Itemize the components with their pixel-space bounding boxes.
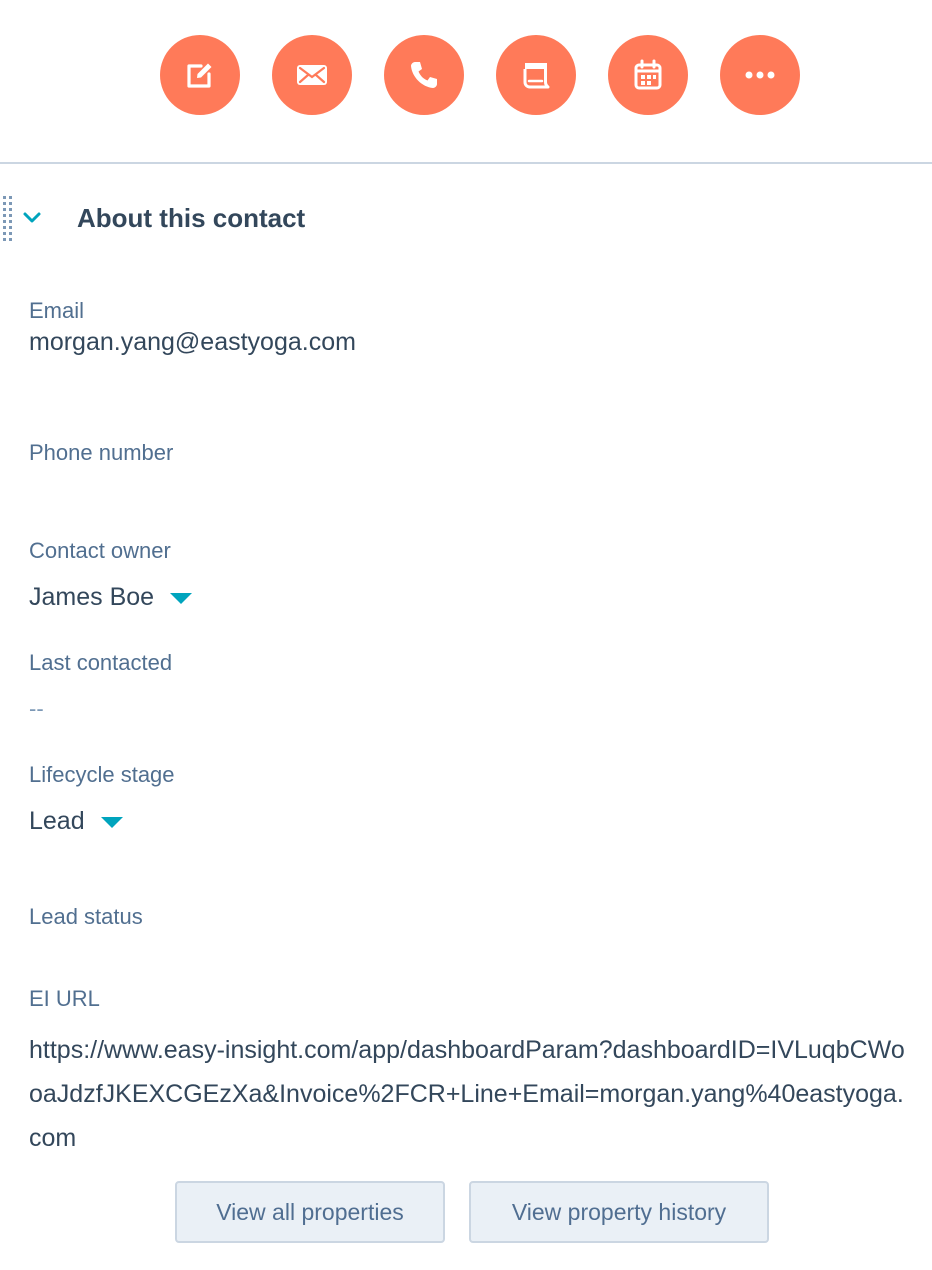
caret-down-icon xyxy=(100,817,123,828)
drag-handle-icon[interactable] xyxy=(3,196,15,242)
view-all-properties-button[interactable]: View all properties xyxy=(175,1181,445,1243)
email-button[interactable] xyxy=(272,35,352,115)
log-activity-button[interactable] xyxy=(496,35,576,115)
contact-owner-select[interactable]: James Boe xyxy=(29,583,193,612)
call-button[interactable] xyxy=(384,35,464,115)
email-value[interactable]: morgan.yang@eastyoga.com xyxy=(29,328,356,357)
lifecycle-stage-value: Lead xyxy=(29,807,85,835)
view-property-history-button[interactable]: View property history xyxy=(469,1181,769,1243)
caret-down-icon xyxy=(170,593,193,604)
chevron-down-icon[interactable] xyxy=(22,207,42,227)
ei-url-value[interactable]: https://www.easy-insight.com/app/dashboa… xyxy=(29,1028,909,1160)
lifecycle-stage-select[interactable]: Lead xyxy=(29,807,123,836)
lead-status-label: Lead status xyxy=(29,904,143,929)
more-dots-icon xyxy=(745,71,775,79)
phone-label: Phone number xyxy=(29,440,174,465)
log-activity-icon xyxy=(523,63,550,89)
divider xyxy=(0,162,932,164)
envelope-icon xyxy=(297,65,327,85)
note-button[interactable] xyxy=(160,35,240,115)
contact-owner-label: Contact owner xyxy=(29,538,171,563)
task-button[interactable] xyxy=(608,35,688,115)
email-label: Email xyxy=(29,298,85,323)
phone-icon xyxy=(411,62,437,88)
more-button[interactable] xyxy=(720,35,800,115)
note-pencil-icon xyxy=(187,63,212,88)
section-title[interactable]: About this contact xyxy=(77,203,305,234)
action-bar xyxy=(0,0,932,162)
last-contacted-value: -- xyxy=(29,696,44,721)
calendar-task-icon xyxy=(634,59,662,90)
contact-owner-value: James Boe xyxy=(29,583,155,611)
last-contacted-label: Last contacted xyxy=(29,650,173,675)
lifecycle-stage-label: Lifecycle stage xyxy=(29,762,175,787)
ei-url-label: EI URL xyxy=(29,986,100,1011)
